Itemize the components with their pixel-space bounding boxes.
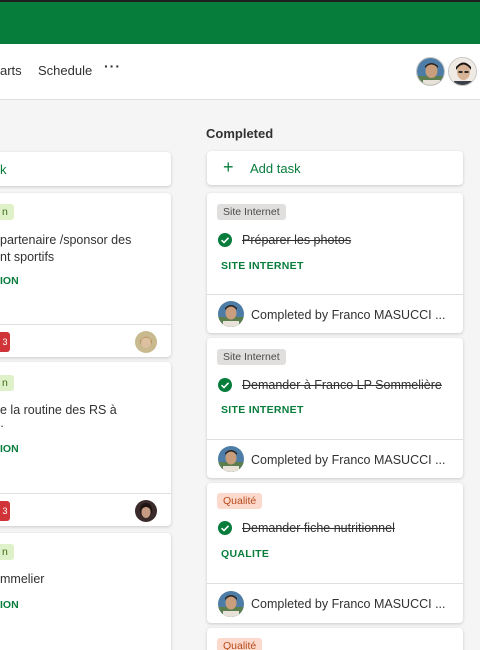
completed-by-text: Completed by Franco MASUCCI ... xyxy=(251,308,446,322)
task-label: Qualité xyxy=(217,493,263,509)
completed-by-text: Completed by Franco MASUCCI ... xyxy=(251,453,446,467)
task-card[interactable]: Qualité xyxy=(207,628,463,650)
task-card[interactable]: n mmelier ION xyxy=(0,533,171,650)
app-header-bar xyxy=(0,0,480,44)
more-options-icon[interactable]: ··· xyxy=(104,58,121,74)
card-divider xyxy=(0,324,171,325)
column-title: Completed xyxy=(206,126,274,141)
member-avatar[interactable] xyxy=(448,57,477,86)
task-label: n xyxy=(0,544,14,560)
task-title: mmelier xyxy=(0,572,45,586)
completer-avatar xyxy=(218,591,244,617)
completed-by-text: Completed by Franco MASUCCI ... xyxy=(251,597,446,611)
assignee-avatar[interactable] xyxy=(135,331,157,353)
task-bucket: SITE INTERNET xyxy=(221,260,304,272)
task-title[interactable]: Préparer les photos xyxy=(242,233,351,247)
task-title: nt sportifs xyxy=(0,250,55,264)
task-bucket: ION xyxy=(0,275,19,287)
task-title[interactable]: Demander à Franco LP Sommelière xyxy=(242,378,442,392)
plus-icon: + xyxy=(223,157,234,177)
task-title: · xyxy=(0,419,5,433)
task-bucket: SITE INTERNET xyxy=(221,404,304,416)
task-card[interactable]: Qualité Demander fiche nutritionnel QUAL… xyxy=(207,483,463,623)
add-task-label: Add task xyxy=(250,161,301,176)
task-bucket: ION xyxy=(0,599,19,611)
completer-avatar xyxy=(218,446,244,472)
priority-badge: 3 xyxy=(0,332,10,352)
add-task-button[interactable]: k xyxy=(0,152,171,186)
card-divider xyxy=(207,439,463,440)
tab-schedule[interactable]: Schedule xyxy=(38,63,92,78)
task-card[interactable]: Site Internet Demander à Franco LP Somme… xyxy=(207,338,463,478)
task-bucket: ION xyxy=(0,443,19,455)
completer-avatar xyxy=(218,301,244,327)
card-divider xyxy=(0,493,171,494)
task-card[interactable]: Site Internet Préparer les photos SITE I… xyxy=(207,193,463,333)
task-label: Site Internet xyxy=(217,204,286,220)
add-task-button[interactable]: + Add task xyxy=(207,151,463,185)
task-label: n xyxy=(0,204,14,220)
completed-check-icon[interactable] xyxy=(218,233,232,247)
task-label: Site Internet xyxy=(217,349,286,365)
task-label: n xyxy=(0,375,14,391)
card-divider xyxy=(207,294,463,295)
tab-charts[interactable]: arts xyxy=(0,63,22,78)
task-title: partenaire /sponsor des xyxy=(0,233,132,247)
task-bucket: QUALITE xyxy=(221,548,270,560)
completed-check-icon[interactable] xyxy=(218,521,232,535)
completed-check-icon[interactable] xyxy=(218,378,232,392)
task-card[interactable]: n e la routine des RS à · ION 3 xyxy=(0,362,171,526)
priority-badge: 3 xyxy=(0,501,10,521)
task-card[interactable]: n partenaire /sponsor des nt sportifs IO… xyxy=(0,193,171,357)
task-label: Qualité xyxy=(217,638,263,650)
assignee-avatar[interactable] xyxy=(135,500,157,522)
member-avatar[interactable] xyxy=(416,57,445,86)
task-title[interactable]: Demander fiche nutritionnel xyxy=(242,521,395,535)
plan-nav-bar: arts Schedule ··· xyxy=(0,44,480,100)
card-divider xyxy=(207,583,463,584)
task-title: e la routine des RS à xyxy=(0,403,117,417)
